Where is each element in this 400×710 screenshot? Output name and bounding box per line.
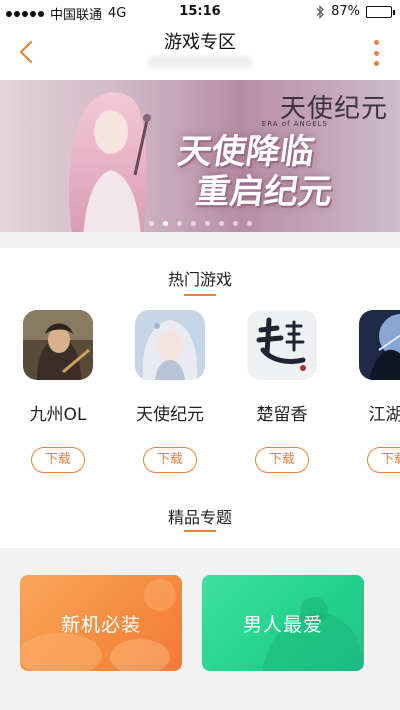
carousel-dot[interactable] xyxy=(246,221,252,226)
moonlit-swordsman-icon xyxy=(359,310,400,380)
game-icon[interactable] xyxy=(135,310,205,380)
banner-headline-line1: 天使降临 xyxy=(175,132,317,172)
nav-bar: 游戏专区 xyxy=(0,24,400,80)
heading-underline xyxy=(184,530,216,532)
download-button[interactable]: 下载 xyxy=(255,447,309,473)
hot-games-heading: 热门游戏 xyxy=(167,270,232,289)
angel-icon xyxy=(135,310,205,380)
bluetooth-icon xyxy=(316,4,325,19)
topics-area: 新机必装 男人最爱 xyxy=(0,548,400,710)
carousel-dot[interactable] xyxy=(204,221,210,226)
battery-icon xyxy=(366,5,395,18)
topic-card-new-phone[interactable]: 新机必装 xyxy=(20,575,182,671)
page-title: 游戏专区 xyxy=(164,32,236,53)
carousel-dot[interactable] xyxy=(162,221,168,226)
topic-label: 男人最爱 xyxy=(242,613,323,636)
status-right: 87% xyxy=(316,4,395,19)
warrior-icon xyxy=(23,310,93,380)
game-icon[interactable] xyxy=(247,310,317,380)
battery-percent: 87% xyxy=(331,4,360,19)
more-button[interactable] xyxy=(366,38,386,68)
game-name: 江湖笑 xyxy=(368,405,400,425)
carousel-dot[interactable] xyxy=(218,221,224,226)
download-button[interactable]: 下载 xyxy=(143,447,197,473)
hot-games-section: 热门游戏 九州OL 下载 天使纪元 下载 楚留香 下载 江湖 下 xyxy=(0,248,400,492)
blurred-subtitle xyxy=(148,56,252,68)
game-icon[interactable] xyxy=(23,310,93,380)
carousel-dot[interactable] xyxy=(176,221,182,226)
download-button[interactable]: 下载 xyxy=(367,447,400,473)
game-name: 楚留香 xyxy=(256,405,308,425)
topic-label: 新机必装 xyxy=(60,613,141,636)
game-logo-subtitle: ERA of ANGELS xyxy=(261,120,328,128)
games-carousel[interactable]: 九州OL 下载 天使纪元 下载 楚留香 下载 江湖 下 xyxy=(0,310,400,480)
carousel-dot[interactable] xyxy=(232,221,238,226)
download-button[interactable]: 下载 xyxy=(31,447,85,473)
featured-heading: 精品专题 xyxy=(167,508,232,527)
calligraphy-logo-icon xyxy=(247,310,317,380)
banner-headline-line2: 重启纪元 xyxy=(193,172,335,212)
game-name: 天使纪元 xyxy=(136,405,204,425)
more-vertical-icon xyxy=(373,40,379,45)
game-icon[interactable] xyxy=(359,310,400,380)
featured-section: 精品专题 xyxy=(0,492,400,548)
promo-banner[interactable]: 天使纪元 ERA of ANGELS 天使降临 重启纪元 xyxy=(0,80,400,232)
character-illustration xyxy=(69,92,151,232)
heading-underline xyxy=(184,294,216,296)
carousel-dot[interactable] xyxy=(148,221,154,226)
topic-card-mens-favorite[interactable]: 男人最爱 xyxy=(202,575,364,671)
status-bar: 中国联通 4G 15:16 87% xyxy=(0,0,400,24)
carousel-dot[interactable] xyxy=(190,221,196,226)
carousel-indicator xyxy=(0,221,400,226)
game-name: 九州OL xyxy=(29,405,87,425)
